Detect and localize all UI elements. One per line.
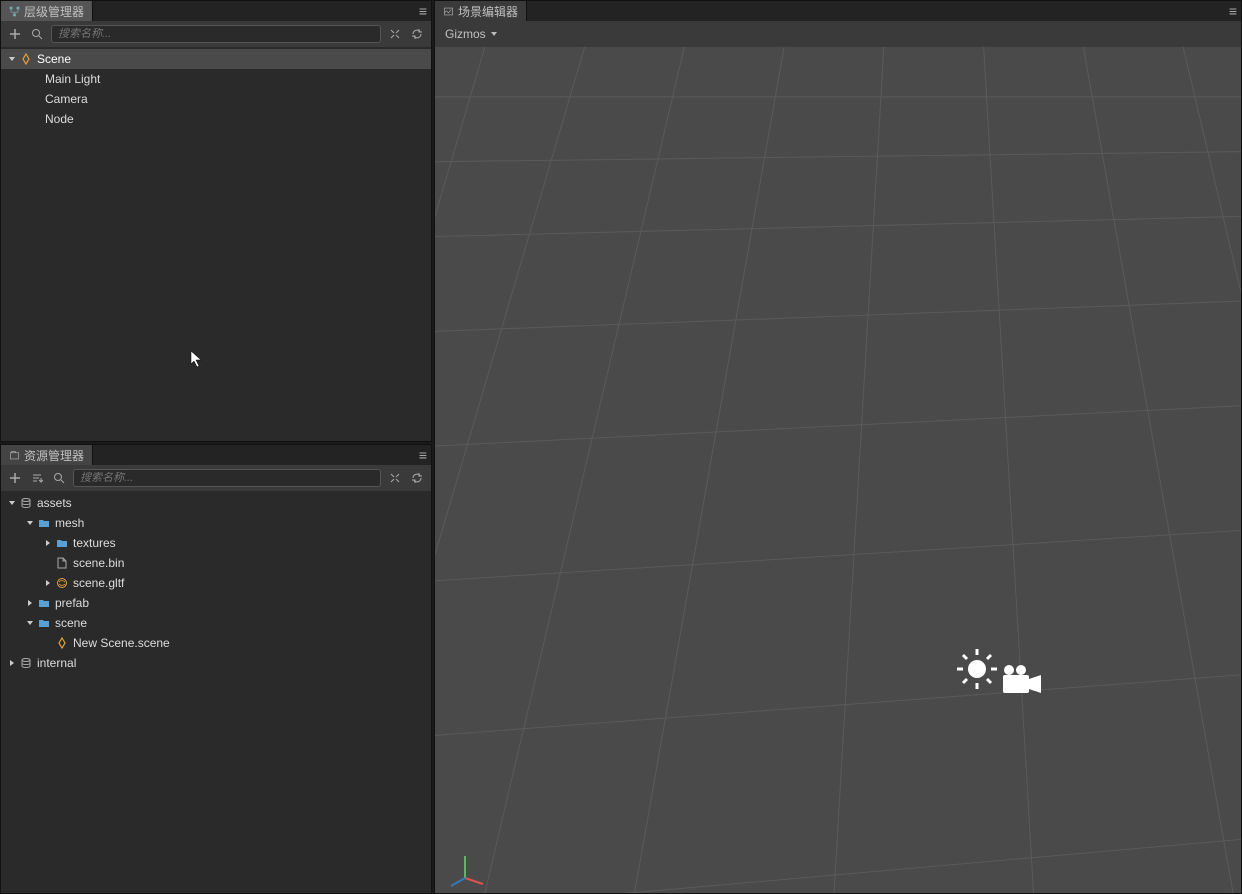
gizmos-toolbar: Gizmos xyxy=(435,21,1241,47)
new-scene-label: New Scene.scene xyxy=(73,636,170,650)
camera-gizmo-icon[interactable] xyxy=(1003,665,1041,693)
spacer xyxy=(43,558,53,568)
expand-arrow-icon[interactable] xyxy=(7,54,17,64)
collapsed-arrow-icon[interactable] xyxy=(7,658,17,668)
mesh-label: mesh xyxy=(55,516,84,530)
hierarchy-toolbar xyxy=(1,21,431,47)
expand-button[interactable] xyxy=(387,470,403,486)
asset-item-assets[interactable]: assets xyxy=(1,493,431,513)
scene-viewport[interactable] xyxy=(435,47,1241,893)
folder-icon xyxy=(37,596,51,610)
hierarchy-tab[interactable]: 层级管理器 xyxy=(1,1,93,21)
scene-editor-panel: 场景编辑器 ≡ Gizmos xyxy=(434,0,1242,894)
assets-tree: assets mesh textures scene.bin scene.glt… xyxy=(1,491,431,675)
asset-item-textures[interactable]: textures xyxy=(1,533,431,553)
database-icon xyxy=(19,496,33,510)
hierarchy-panel: 层级管理器 ≡ Scene Main Light Camera Node xyxy=(0,0,432,442)
cursor-icon xyxy=(190,350,204,368)
tree-item-main-light[interactable]: Main Light xyxy=(1,69,431,89)
assets-tab-label: 资源管理器 xyxy=(24,447,84,464)
assets-tab[interactable]: 资源管理器 xyxy=(1,445,93,465)
hierarchy-menu-button[interactable]: ≡ xyxy=(419,1,427,21)
folder-icon xyxy=(37,516,51,530)
tree-item-node[interactable]: Node xyxy=(1,109,431,129)
scene-editor-tab-label: 场景编辑器 xyxy=(458,3,518,20)
collapse-button[interactable] xyxy=(387,26,403,42)
file-icon xyxy=(55,556,69,570)
assets-root-label: assets xyxy=(37,496,72,510)
light-gizmo-icon[interactable] xyxy=(957,649,997,689)
hierarchy-search-input[interactable] xyxy=(51,25,381,43)
spacer xyxy=(43,638,53,648)
folder-icon xyxy=(55,536,69,550)
folder-icon xyxy=(37,616,51,630)
asset-item-scene-folder[interactable]: scene xyxy=(1,613,431,633)
refresh-assets-button[interactable] xyxy=(409,470,425,486)
add-asset-button[interactable] xyxy=(7,470,23,486)
collapsed-arrow-icon[interactable] xyxy=(25,598,35,608)
expand-arrow-icon[interactable] xyxy=(25,618,35,628)
assets-toolbar xyxy=(1,465,431,491)
expand-arrow-icon[interactable] xyxy=(7,498,17,508)
sort-button[interactable] xyxy=(29,470,45,486)
asset-item-internal[interactable]: internal xyxy=(1,653,431,673)
chevron-down-icon xyxy=(490,30,498,38)
scene-icon xyxy=(19,52,33,66)
add-button[interactable] xyxy=(7,26,23,42)
assets-tab-bar: 资源管理器 ≡ xyxy=(1,445,431,465)
tree-item-camera[interactable]: Camera xyxy=(1,89,431,109)
node-label: Node xyxy=(45,112,74,126)
assets-icon xyxy=(9,450,20,461)
asset-item-scene-gltf[interactable]: scene.gltf xyxy=(1,573,431,593)
assets-panel: 资源管理器 ≡ assets mesh textures scene xyxy=(0,444,432,894)
asset-item-mesh[interactable]: mesh xyxy=(1,513,431,533)
assets-menu-button[interactable]: ≡ xyxy=(419,445,427,465)
gizmos-dropdown[interactable]: Gizmos xyxy=(445,27,498,41)
expand-arrow-icon[interactable] xyxy=(25,518,35,528)
gizmo-icons xyxy=(955,645,1045,708)
scene-folder-label: scene xyxy=(55,616,87,630)
hierarchy-icon xyxy=(9,6,20,17)
refresh-button[interactable] xyxy=(409,26,425,42)
gltf-icon xyxy=(55,576,69,590)
prefab-label: prefab xyxy=(55,596,89,610)
scene-bin-label: scene.bin xyxy=(73,556,124,570)
tree-item-scene[interactable]: Scene xyxy=(1,49,431,69)
search-icon[interactable] xyxy=(29,26,45,42)
database-icon xyxy=(19,656,33,670)
hierarchy-tab-bar: 层级管理器 ≡ xyxy=(1,1,431,21)
asset-item-scene-bin[interactable]: scene.bin xyxy=(1,553,431,573)
main-light-label: Main Light xyxy=(45,72,100,86)
axis-gizmo xyxy=(445,848,485,888)
scene-tab-bar: 场景编辑器 ≡ xyxy=(435,1,1241,21)
collapsed-arrow-icon[interactable] xyxy=(43,578,53,588)
textures-label: textures xyxy=(73,536,116,550)
scene-editor-tab[interactable]: 场景编辑器 xyxy=(435,1,527,21)
search-asset-icon[interactable] xyxy=(51,470,67,486)
hierarchy-tab-label: 层级管理器 xyxy=(24,3,84,20)
scene-menu-button[interactable]: ≡ xyxy=(1229,1,1237,21)
scene-file-icon xyxy=(55,636,69,650)
scene-editor-icon xyxy=(443,6,454,17)
asset-item-prefab[interactable]: prefab xyxy=(1,593,431,613)
scene-gltf-label: scene.gltf xyxy=(73,576,124,590)
scene-label: Scene xyxy=(37,52,71,66)
collapsed-arrow-icon[interactable] xyxy=(43,538,53,548)
internal-label: internal xyxy=(37,656,76,670)
grid-floor xyxy=(435,47,1241,893)
gizmos-label-text: Gizmos xyxy=(445,27,486,41)
asset-item-new-scene[interactable]: New Scene.scene xyxy=(1,633,431,653)
hierarchy-tree: Scene Main Light Camera Node xyxy=(1,47,431,131)
camera-label: Camera xyxy=(45,92,88,106)
assets-search-input[interactable] xyxy=(73,469,381,487)
